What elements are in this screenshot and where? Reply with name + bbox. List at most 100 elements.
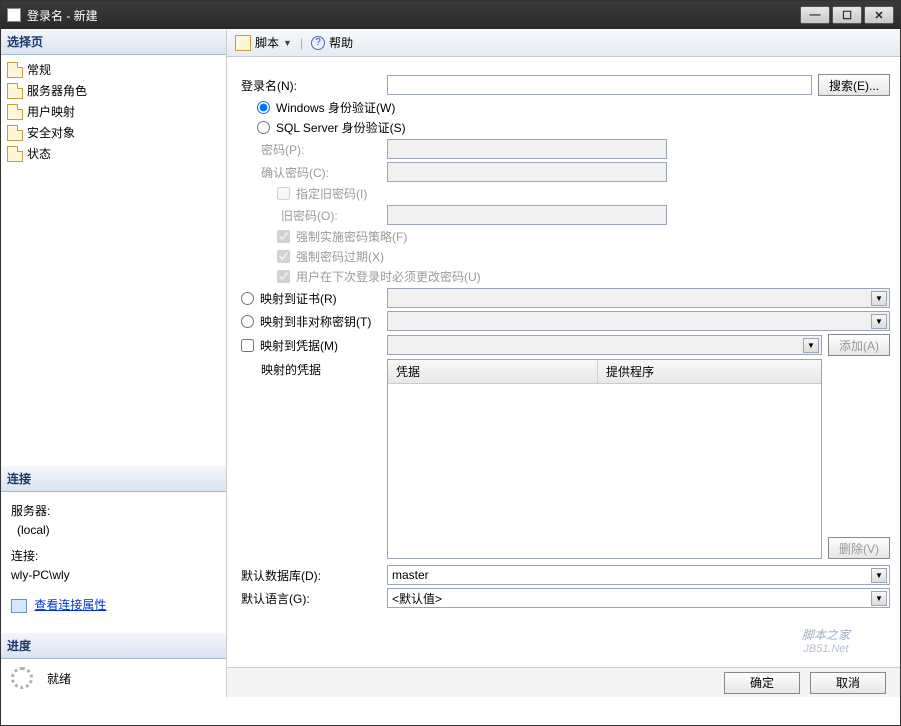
windows-auth-label: Windows 身份验证(W)	[276, 99, 395, 116]
password-label: 密码(P):	[237, 141, 387, 158]
toolbar-separator: |	[300, 36, 303, 50]
map-cred-combo: ▼	[387, 335, 822, 355]
page-icon	[7, 104, 23, 120]
connection-label: 连接:	[11, 547, 216, 564]
map-asymkey-label: 映射到非对称密钥(T)	[260, 313, 371, 330]
chevron-down-icon: ▼	[871, 291, 887, 306]
enforce-expire-label: 强制密码过期(X)	[296, 248, 384, 265]
select-page-header: 选择页	[1, 29, 226, 55]
watermark-line1: 脚本之家	[802, 626, 850, 643]
window-title: 登录名 - 新建	[27, 7, 800, 24]
page-icon	[7, 125, 23, 141]
close-button[interactable]: ✕	[864, 6, 894, 24]
map-cert-combo: ▼	[387, 288, 890, 308]
script-button[interactable]: 脚本	[255, 34, 279, 51]
spinner-icon	[11, 667, 33, 689]
old-password-label: 旧密码(O):	[237, 207, 387, 224]
map-asymkey-radio[interactable]	[241, 315, 254, 328]
password-input	[387, 139, 667, 159]
chevron-down-icon: ▼	[803, 338, 819, 353]
enforce-policy-label: 强制实施密码策略(F)	[296, 228, 407, 245]
right-panel: 脚本 ▼ | ? 帮助 登录名(N): 搜索(E)... Windows 身份验…	[227, 29, 900, 697]
default-db-value: master	[392, 568, 429, 582]
default-lang-combo[interactable]: <默认值> ▼	[387, 588, 890, 608]
page-label: 常规	[27, 61, 51, 78]
confirm-password-input	[387, 162, 667, 182]
page-icon	[7, 146, 23, 162]
connection-section: 服务器: (local) 连接: wly-PC\wly 查看连接属性	[1, 492, 226, 623]
search-button[interactable]: 搜索(E)...	[818, 74, 890, 96]
script-icon	[235, 35, 251, 51]
cred-col-provider: 提供程序	[598, 360, 821, 383]
content-area: 选择页 常规 服务器角色 用户映射 安全对象 状态 连接 服务器: (local…	[1, 29, 900, 697]
page-icon	[7, 62, 23, 78]
footer: 确定 取消	[227, 667, 900, 697]
server-label: 服务器:	[11, 502, 216, 519]
sql-auth-radio[interactable]	[257, 121, 270, 134]
chevron-down-icon: ▼	[871, 314, 887, 329]
progress-row: 就绪	[1, 659, 226, 697]
specify-old-pwd-label: 指定旧密码(I)	[296, 185, 367, 202]
old-password-input	[387, 205, 667, 225]
page-list: 常规 服务器角色 用户映射 安全对象 状态	[1, 55, 226, 168]
map-cred-label: 映射到凭据(M)	[260, 337, 338, 354]
server-value: (local)	[11, 523, 216, 537]
left-panel: 选择页 常规 服务器角色 用户映射 安全对象 状态 连接 服务器: (local…	[1, 29, 227, 697]
page-label: 用户映射	[27, 103, 75, 120]
page-item-user-mapping[interactable]: 用户映射	[7, 101, 220, 122]
page-item-securables[interactable]: 安全对象	[7, 122, 220, 143]
login-name-label: 登录名(N):	[237, 77, 387, 94]
enforce-expire-checkbox	[277, 250, 290, 263]
login-name-input[interactable]	[387, 75, 812, 95]
help-icon: ?	[311, 36, 325, 50]
page-icon	[7, 83, 23, 99]
remove-button: 删除(V)	[828, 537, 890, 559]
enforce-policy-checkbox	[277, 230, 290, 243]
windows-auth-radio[interactable]	[257, 101, 270, 114]
maximize-button[interactable]: ☐	[832, 6, 862, 24]
watermark-line2: JB51.Net	[802, 643, 850, 655]
help-button[interactable]: 帮助	[329, 34, 353, 51]
credentials-table: 凭据 提供程序	[387, 359, 822, 559]
default-lang-value: <默认值>	[392, 590, 442, 607]
minimize-button[interactable]: —	[800, 6, 830, 24]
progress-header: 进度	[1, 633, 226, 659]
ok-button[interactable]: 确定	[724, 672, 800, 694]
ready-text: 就绪	[47, 670, 71, 687]
window-icon	[7, 8, 21, 22]
must-change-label: 用户在下次登录时必须更改密码(U)	[296, 268, 481, 285]
view-connection-props-link[interactable]: 查看连接属性	[34, 598, 106, 612]
toolbar: 脚本 ▼ | ? 帮助	[227, 29, 900, 57]
cred-col-credential: 凭据	[388, 360, 598, 383]
form-area: 登录名(N): 搜索(E)... Windows 身份验证(W) SQL Ser…	[227, 57, 900, 667]
default-lang-label: 默认语言(G):	[237, 590, 387, 607]
credentials-body	[388, 384, 821, 558]
map-cred-checkbox[interactable]	[241, 339, 254, 352]
connection-props-icon	[11, 599, 27, 613]
cancel-button[interactable]: 取消	[810, 672, 886, 694]
map-asymkey-combo: ▼	[387, 311, 890, 331]
page-item-server-roles[interactable]: 服务器角色	[7, 80, 220, 101]
page-label: 服务器角色	[27, 82, 87, 99]
watermark: 脚本之家 JB51.Net	[802, 626, 850, 655]
must-change-checkbox	[277, 270, 290, 283]
script-dropdown-icon[interactable]: ▼	[283, 38, 292, 48]
page-item-general[interactable]: 常规	[7, 59, 220, 80]
default-db-label: 默认数据库(D):	[237, 567, 387, 584]
chevron-down-icon[interactable]: ▼	[871, 591, 887, 606]
add-button: 添加(A)	[828, 334, 890, 356]
default-db-combo[interactable]: master ▼	[387, 565, 890, 585]
window-controls: — ☐ ✕	[800, 6, 894, 24]
connection-header: 连接	[1, 466, 226, 492]
connection-value: wly-PC\wly	[11, 568, 216, 582]
specify-old-pwd-checkbox	[277, 187, 290, 200]
chevron-down-icon[interactable]: ▼	[871, 568, 887, 583]
credentials-header: 凭据 提供程序	[388, 360, 821, 384]
dialog-window: 登录名 - 新建 — ☐ ✕ 选择页 常规 服务器角色 用户映射 安全对象 状态…	[0, 0, 901, 726]
mapped-creds-label: 映射的凭据	[237, 359, 387, 378]
titlebar: 登录名 - 新建 — ☐ ✕	[1, 1, 900, 29]
map-cert-radio[interactable]	[241, 292, 254, 305]
confirm-password-label: 确认密码(C):	[237, 164, 387, 181]
page-label: 状态	[27, 145, 51, 162]
page-item-status[interactable]: 状态	[7, 143, 220, 164]
